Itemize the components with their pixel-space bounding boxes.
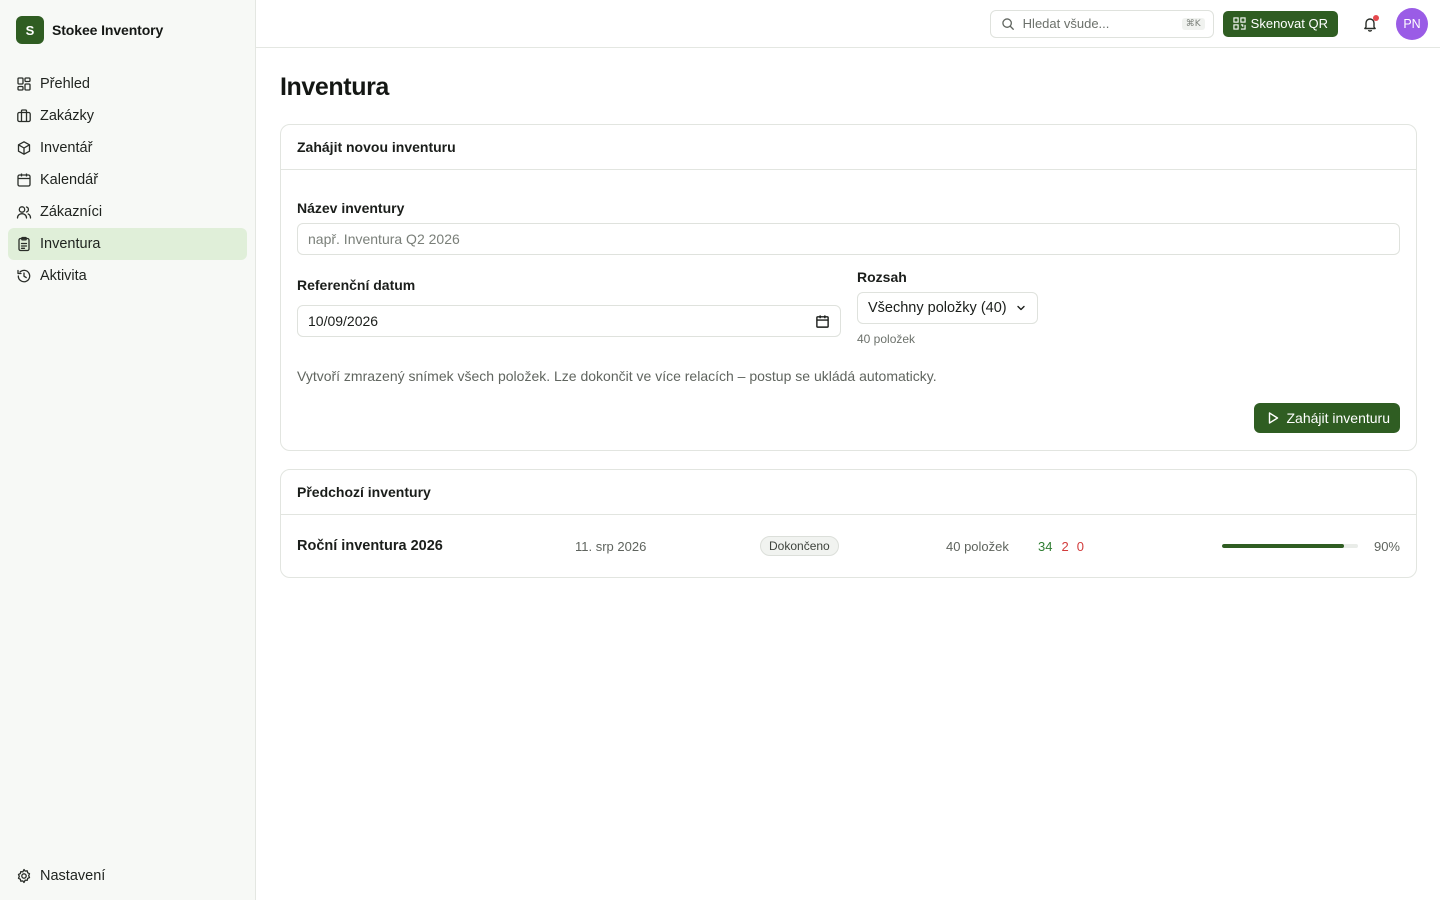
sidebar-item-label: Zakázky — [40, 108, 94, 124]
name-field-label: Název inventury — [297, 200, 405, 216]
sidebar-item-label: Inventář — [40, 140, 93, 156]
calendar-icon — [16, 172, 32, 188]
sidebar-item-label: Aktivita — [40, 268, 87, 284]
sidebar-footer: Nastavení — [8, 860, 247, 892]
sidebar-item-zakaznici[interactable]: Zákazníci — [8, 196, 247, 228]
inventory-name-field[interactable]: např. Inventura Q2 2026 — [297, 223, 1400, 255]
sidebar: S Stokee Inventory Přehled Zakázky Inven… — [0, 0, 256, 900]
brand[interactable]: S Stokee Inventory — [0, 0, 255, 60]
box-icon — [16, 140, 32, 156]
sidebar-item-label: Nastavení — [40, 868, 106, 884]
sidebar-item-kalendar[interactable]: Kalendář — [8, 164, 247, 196]
status-badge: Dokončeno — [760, 536, 839, 556]
scope-select-value: Všechny položky (40) — [868, 300, 1007, 316]
search-icon — [1001, 17, 1015, 31]
calendar-picker-icon[interactable] — [815, 314, 830, 329]
inventory-date: 11. srp 2026 — [575, 538, 647, 554]
scan-qr-label: Skenovat QR — [1250, 16, 1328, 31]
brand-logo: S — [16, 16, 44, 44]
dashboard-icon — [16, 76, 32, 92]
users-icon — [16, 204, 32, 220]
count-missing: 0 — [1076, 538, 1084, 554]
play-icon — [1266, 411, 1286, 425]
start-inventory-label: Zahájit inventuru — [1286, 410, 1390, 426]
briefcase-icon — [16, 108, 32, 124]
date-column: Referenční datum 10/09/2026 — [297, 269, 841, 346]
new-inventory-description: Vytvoří zmrazený snímek všech položek. L… — [297, 368, 937, 384]
progress-bar — [1222, 544, 1358, 548]
notification-dot — [1373, 14, 1379, 21]
previous-inventories-title: Předchozí inventury — [281, 470, 1416, 515]
form-actions: Zahájit inventuru — [297, 403, 1400, 433]
date-field-label: Referenční datum — [297, 277, 416, 293]
date-scope-row: Referenční datum 10/09/2026 Rozsah Všech… — [297, 269, 1400, 346]
inventory-name: Roční inventura 2026 — [297, 538, 443, 554]
sidebar-nav: Přehled Zakázky Inventář Kalendář Zákazn… — [0, 68, 255, 292]
start-inventory-button[interactable]: Zahájit inventuru — [1254, 403, 1400, 433]
search-input[interactable]: Hledat všude... ⌘K — [989, 9, 1214, 38]
clipboard-icon — [16, 236, 32, 252]
history-icon — [16, 268, 32, 284]
list-item[interactable]: Roční inventura 2026 11. srp 2026 Dokonč… — [281, 515, 1416, 577]
gear-icon — [16, 868, 32, 884]
sidebar-item-prehled[interactable]: Přehled — [8, 68, 247, 100]
sidebar-item-label: Kalendář — [40, 172, 99, 188]
qr-code-icon — [1233, 17, 1251, 30]
avatar[interactable]: PN — [1396, 7, 1428, 40]
new-inventory-form: Název inventury např. Inventura Q2 2026 … — [281, 170, 1416, 449]
scope-select[interactable]: Všechny položky (40) — [857, 292, 1038, 324]
sidebar-item-label: Přehled — [40, 76, 90, 92]
main-area: Hledat všude... ⌘K Skenovat QR PN Invent… — [256, 0, 1440, 900]
new-inventory-card: Zahájit novou inventuru Název inventury … — [280, 124, 1417, 451]
chevron-down-icon — [1007, 302, 1027, 314]
new-inventory-card-title: Zahájit novou inventuru — [281, 125, 1416, 170]
sidebar-item-label: Zákazníci — [40, 204, 103, 220]
search-placeholder: Hledat všude... — [1022, 16, 1110, 31]
previous-inventories-card: Předchozí inventury Roční inventura 2026… — [280, 469, 1417, 578]
count-difference: 2 — [1061, 538, 1069, 554]
inventory-name-placeholder: např. Inventura Q2 2026 — [308, 231, 460, 247]
sidebar-item-zakazky[interactable]: Zakázky — [8, 100, 247, 132]
brand-name: Stokee Inventory — [52, 22, 164, 38]
sidebar-item-nastaveni[interactable]: Nastavení — [8, 860, 247, 892]
sidebar-item-label: Inventura — [40, 236, 101, 252]
search-shortcut: ⌘K — [1181, 17, 1205, 30]
scope-column: Rozsah Všechny položky (40) 40 položek — [857, 269, 1038, 346]
progress-bar-fill — [1222, 544, 1345, 548]
sidebar-item-inventar[interactable]: Inventář — [8, 132, 247, 164]
reference-date-value: 10/09/2026 — [308, 313, 379, 329]
scan-qr-button[interactable]: Skenovat QR — [1222, 10, 1338, 37]
progress-percent: 90% — [1373, 538, 1400, 554]
notifications-button[interactable] — [1360, 14, 1380, 34]
app-shell: S Stokee Inventory Přehled Zakázky Inven… — [0, 0, 1440, 900]
topbar: Hledat všude... ⌘K Skenovat QR PN — [256, 0, 1440, 48]
status-cell: Dokončeno — [760, 536, 946, 556]
inventory-item-count: 40 položek — [946, 538, 1009, 554]
count-ok: 34 — [1038, 538, 1053, 554]
reference-date-field[interactable]: 10/09/2026 — [297, 305, 841, 337]
sidebar-item-aktivita[interactable]: Aktivita — [8, 260, 247, 292]
scope-item-count: 40 položek — [857, 332, 916, 346]
scope-field-label: Rozsah — [857, 269, 907, 285]
page-title: Inventura — [280, 73, 389, 101]
page-content: Inventura Zahájit novou inventuru Název … — [256, 48, 1440, 578]
sidebar-item-inventura[interactable]: Inventura — [8, 228, 247, 260]
